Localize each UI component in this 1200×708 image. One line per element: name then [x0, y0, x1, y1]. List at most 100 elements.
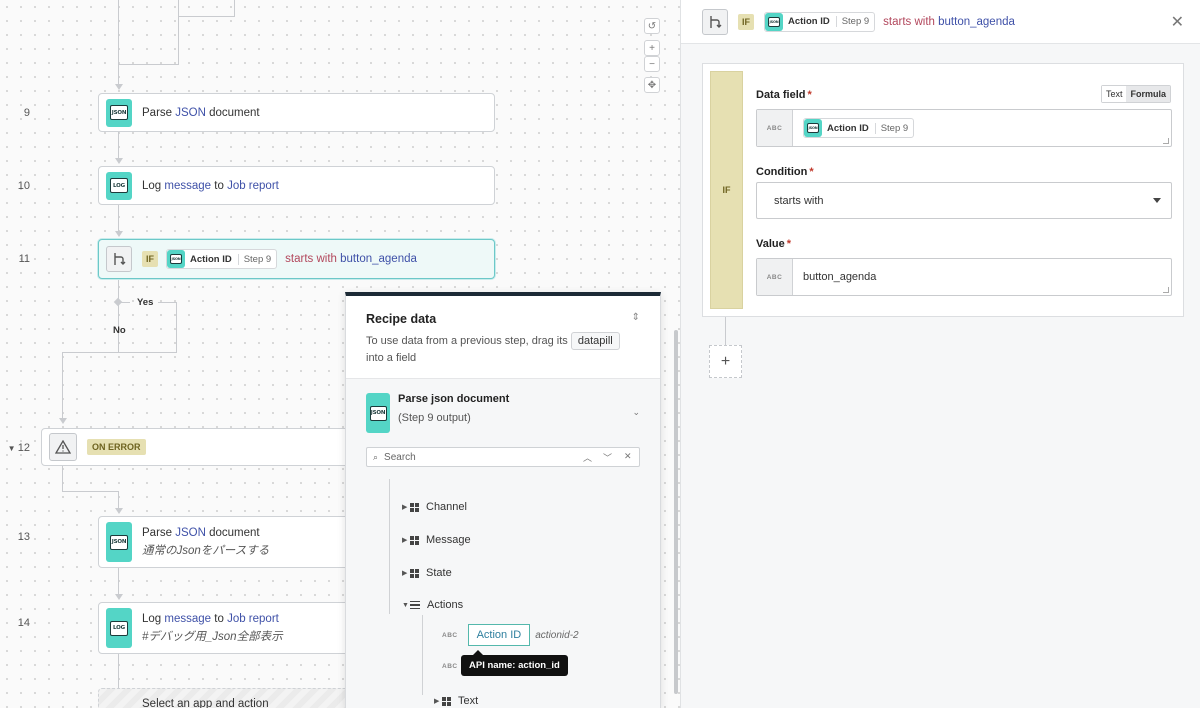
mode-formula-button[interactable]: Formula [1126, 86, 1170, 102]
step-number: 9 [23, 107, 30, 119]
step-card-placeholder[interactable]: Select an app and action [98, 688, 368, 708]
recipe-data-header: Recipe data To use data from a previous … [346, 296, 660, 379]
data-field-label: Data field * [756, 89, 812, 101]
zoom-reset-button[interactable]: ↺ [644, 18, 660, 34]
branch-no-label: No [113, 325, 126, 336]
branch-yes-label: Yes [137, 297, 154, 308]
object-icon [410, 502, 419, 512]
tree-item-actions[interactable]: ▼ Actions [402, 599, 463, 611]
string-type-icon: ABC [757, 259, 793, 295]
close-icon[interactable]: ✕ [1171, 12, 1184, 32]
json-parser-icon: JSON [804, 119, 822, 137]
json-parser-icon: JSON [366, 393, 390, 433]
recipe-data-description: To use data from a previous step, drag i… [366, 332, 640, 366]
step-number: 14 [17, 617, 30, 629]
step-card-on-error[interactable]: ON ERROR [41, 428, 371, 466]
step-card-log-message-2[interactable]: LOG Log message to Job report #デバッグ用_Jso… [98, 602, 368, 654]
condition-label: Condition * [756, 166, 814, 178]
mode-text-button[interactable]: Text [1101, 86, 1127, 102]
config-header: IF JSON Action ID Step 9 starts with but… [681, 0, 1200, 44]
caret-right-icon: ▶ [402, 537, 408, 544]
step-card-log-message[interactable]: LOG Log message to Job report [98, 166, 495, 205]
datapill-action-id[interactable]: Action ID [467, 624, 531, 646]
search-prev-icon[interactable]: ︿ [583, 451, 592, 464]
object-icon [410, 568, 419, 578]
condition-form: IF Data field * Text Formula ABC JSON Act… [702, 63, 1184, 317]
caret-right-icon: ▶ [402, 570, 408, 577]
search-clear-icon[interactable]: ✕ [624, 451, 632, 462]
datapill-action-id: JSON Action ID Step 9 [166, 249, 278, 269]
caret-right-icon: ▶ [402, 504, 408, 511]
step-card-parse-json[interactable]: JSON Parse JSON document [98, 93, 495, 132]
chevron-down-icon[interactable]: ⌄ [632, 407, 640, 418]
search-next-icon[interactable]: ﹀ [603, 451, 612, 464]
step-title: Log message to Job report #デバッグ用_Json全部表… [142, 610, 283, 646]
list-icon [410, 600, 420, 610]
sort-icon[interactable]: ⇕ [632, 312, 640, 323]
datapill-hidden-row[interactable]: ABC [442, 663, 458, 670]
zoom-fit-button[interactable]: ✥ [644, 77, 660, 93]
add-step-button[interactable]: + [709, 345, 742, 378]
collapse-caret-icon: ▼ [7, 444, 18, 453]
branch-icon [106, 246, 132, 272]
string-type-icon: ABC [757, 110, 793, 146]
step-config-panel: IF JSON Action ID Step 9 starts with but… [680, 0, 1200, 708]
search-input[interactable]: ⌕ Search ︿ ﹀ ✕ [366, 447, 640, 467]
recipe-data-body: JSON Parse json document (Step 9 output)… [346, 379, 660, 708]
step-title: Log message to Job report [142, 179, 279, 192]
step-title: Parse JSON document 通常のJsonをパースする [142, 524, 269, 560]
step-number: 11 [18, 253, 30, 265]
tree-item-state[interactable]: ▶ State [402, 567, 452, 579]
recipe-data-panel: Recipe data To use data from a previous … [345, 292, 661, 708]
if-strip: IF [710, 71, 743, 309]
source-step-title: Parse json document [398, 393, 510, 405]
if-badge: IF [738, 13, 754, 30]
api-name-tooltip: API name: action_id [461, 650, 568, 676]
field-mode-toggle[interactable]: Text Formula [1100, 85, 1171, 103]
warning-icon [49, 433, 77, 461]
condition-text: starts with button_agenda [883, 15, 1015, 28]
tree-item-channel[interactable]: ▶ Channel [402, 501, 467, 513]
condition-text: starts with button_agenda [285, 253, 417, 265]
zoom-out-button[interactable]: − [644, 56, 660, 72]
step-title: Parse JSON document [142, 106, 260, 119]
json-parser-icon: JSON [765, 12, 783, 31]
caret-right-icon: ▶ [434, 698, 440, 705]
if-badge: IF [142, 251, 158, 267]
value-label: Value * [756, 238, 792, 250]
logger-icon: LOG [106, 171, 132, 200]
json-parser-icon: JSON [106, 522, 132, 562]
tree-item-text[interactable]: ▶ Text [434, 695, 478, 707]
caret-down-icon: ▼ [402, 601, 409, 609]
object-icon [442, 696, 451, 706]
step-card-parse-json-2[interactable]: JSON Parse JSON document 通常のJsonをパースする [98, 516, 368, 568]
canvas-scrollbar[interactable] [674, 330, 678, 694]
source-step-subtitle: (Step 9 output) [398, 412, 471, 424]
step-description: 通常のJsonをパースする [142, 545, 270, 557]
step-number: 13 [17, 531, 30, 543]
json-parser-icon: JSON [106, 98, 132, 127]
recipe-data-title: Recipe data [366, 312, 437, 326]
zoom-in-button[interactable]: + [644, 40, 660, 56]
step-number: ▼ 12 [7, 442, 30, 454]
resize-handle[interactable] [1163, 287, 1169, 293]
step-number: 10 [17, 180, 30, 192]
tree-item-message[interactable]: ▶ Message [402, 534, 471, 546]
caret-down-icon [1153, 198, 1161, 203]
resize-handle[interactable] [1163, 138, 1169, 144]
source-step-header[interactable]: JSON Parse json document (Step 9 output)… [346, 379, 660, 433]
on-error-badge: ON ERROR [87, 439, 146, 455]
step-card-if-condition[interactable]: IF JSON Action ID Step 9 starts with but… [98, 239, 495, 279]
condition-select[interactable]: starts with [756, 182, 1172, 219]
branch-icon [702, 8, 728, 35]
logger-icon: LOG [106, 608, 132, 648]
datapill-action-id-row[interactable]: ABC Action ID actionid-2 [442, 624, 579, 646]
datapill-action-id[interactable]: JSON Action ID Step 9 [803, 118, 915, 138]
search-icon: ⌕ [373, 451, 379, 462]
placeholder-text: Select an app and action [142, 698, 269, 708]
datapill-action-id: JSON Action ID Step 9 [764, 11, 876, 32]
value-input[interactable]: ABC button_agenda [756, 258, 1172, 296]
json-parser-icon: JSON [167, 250, 185, 268]
string-type-icon: ABC [442, 631, 458, 639]
data-field-input[interactable]: ABC JSON Action ID Step 9 [756, 109, 1172, 147]
